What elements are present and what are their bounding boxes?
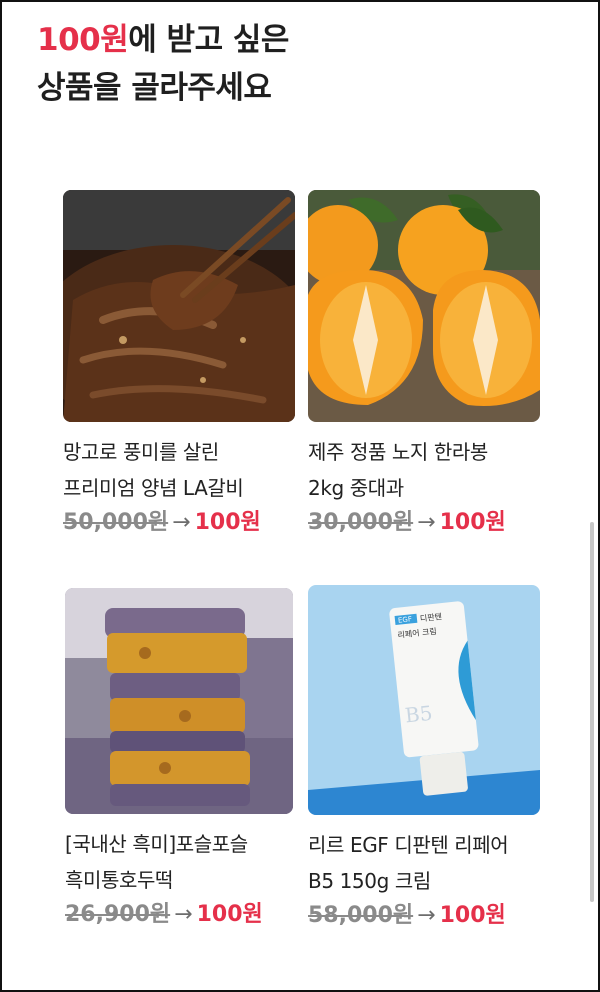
product-title-line1: 리르 EGF 디판텐 리페어: [308, 833, 509, 857]
product-title-line2: 2kg 중대과: [308, 476, 404, 500]
beef-ribs-illustration: [63, 190, 295, 422]
sale-price: 100원: [439, 903, 506, 928]
page-title: 100원에 받고 싶은 상품을 골라주세요: [37, 16, 289, 112]
arrow-icon: →: [417, 903, 436, 928]
product-card-la-galbi[interactable]: 망고로 풍미를 살린 프리미엄 양념 LA갈비 50,000원 → 100원: [63, 190, 295, 538]
price-row: 50,000원 → 100원: [63, 508, 295, 538]
product-image-rice-cake[interactable]: [65, 588, 293, 814]
tube-mark-label: B5: [404, 701, 434, 728]
product-title-line2: B5 150g 크림: [308, 869, 431, 893]
sale-price: 100원: [196, 902, 263, 927]
product-title-line2: 프리미엄 양념 LA갈비: [63, 476, 244, 500]
product-card-black-rice-cake[interactable]: [국내산 흑미]포슬포슬 흑미통호두떡 26,900원 → 100원: [65, 588, 297, 930]
product-title[interactable]: 망고로 풍미를 살린 프리미엄 양념 LA갈비: [63, 434, 295, 506]
headline-accent: 100원: [37, 22, 129, 58]
headline-line1: 에 받고 싶은: [128, 22, 289, 58]
product-image-beef-ribs[interactable]: [63, 190, 295, 422]
product-card-hallabong[interactable]: 제주 정품 노지 한라봉 2kg 중대과 30,000원 → 100원: [308, 190, 540, 538]
product-title[interactable]: 리르 EGF 디판텐 리페어 B5 150g 크림: [308, 827, 540, 899]
hallabong-illustration: [308, 190, 540, 422]
arrow-icon: →: [174, 902, 193, 927]
price-row: 30,000원 → 100원: [308, 508, 540, 538]
original-price: 26,900원: [65, 902, 171, 927]
price-row: 26,900원 → 100원: [65, 900, 297, 930]
product-title[interactable]: [국내산 흑미]포슬포슬 흑미통호두떡: [65, 826, 297, 898]
price-row: 58,000원 → 100원: [308, 901, 540, 931]
tube-brand-label: EGF: [398, 615, 413, 624]
product-title-line1: 제주 정품 노지 한라봉: [308, 440, 488, 464]
sale-price: 100원: [439, 510, 506, 535]
rice-cake-illustration: [65, 588, 293, 814]
product-title-line1: [국내산 흑미]포슬포슬: [65, 832, 248, 856]
product-title-line2: 흑미통호두떡: [65, 868, 173, 892]
product-title-line1: 망고로 풍미를 살린: [63, 440, 219, 464]
original-price: 50,000원: [63, 510, 169, 535]
original-price: 30,000원: [308, 510, 414, 535]
arrow-icon: →: [417, 510, 436, 535]
cream-tube-illustration: EGF 디판텐 리페어 크림 B5: [308, 585, 540, 815]
scrollbar[interactable]: [590, 522, 594, 902]
screen-frame: 100원에 받고 싶은 상품을 골라주세요 망고로 풍미를 살린 프리미엄 양념…: [0, 0, 600, 992]
product-card-egf-cream[interactable]: EGF 디판텐 리페어 크림 B5 리르 EGF 디판텐 리페어 B5 150g…: [308, 585, 540, 931]
product-image-cream[interactable]: EGF 디판텐 리페어 크림 B5: [308, 585, 540, 815]
headline-line2: 상품을 골라주세요: [37, 70, 272, 106]
product-title[interactable]: 제주 정품 노지 한라봉 2kg 중대과: [308, 434, 540, 506]
product-image-hallabong[interactable]: [308, 190, 540, 422]
original-price: 58,000원: [308, 903, 414, 928]
sale-price: 100원: [194, 510, 261, 535]
arrow-icon: →: [172, 510, 191, 535]
